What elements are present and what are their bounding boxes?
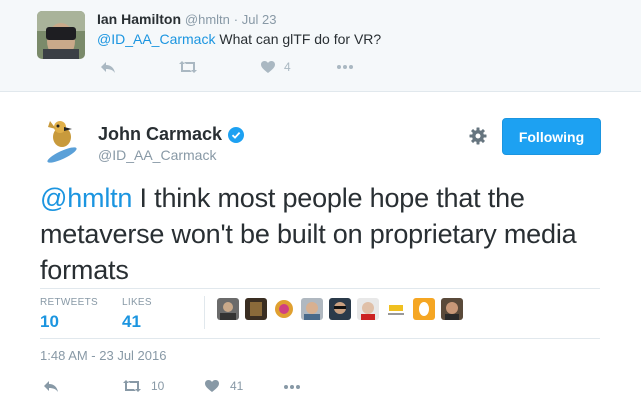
retweet-button[interactable]: 10 — [122, 379, 164, 393]
retweet-icon — [179, 61, 197, 73]
liker-avatar[interactable] — [385, 298, 407, 320]
heart-icon — [205, 380, 219, 392]
following-button[interactable]: Following — [502, 118, 601, 155]
parent-actions: 4 — [100, 60, 380, 78]
liker-avatar[interactable] — [245, 298, 267, 320]
parent-author: Ian Hamilton @hmltn · Jul 23 — [97, 11, 276, 27]
liker-avatar[interactable] — [357, 298, 379, 320]
more-icon — [337, 65, 353, 69]
retweets-count: 10 — [40, 312, 59, 331]
parent-tweet[interactable]: Ian Hamilton @hmltn · Jul 23 @ID_AA_Carm… — [0, 0, 641, 92]
author-handle[interactable]: @hmltn — [185, 12, 230, 27]
like-count: 41 — [230, 379, 244, 393]
reply-icon — [101, 62, 115, 73]
main-tweet: John Carmack @ID_AA_Carmack Following @h… — [0, 92, 641, 414]
author-name[interactable]: Ian Hamilton — [97, 11, 181, 27]
more-button[interactable] — [336, 64, 354, 70]
mention-link[interactable]: @hmltn — [40, 183, 132, 213]
author-handle[interactable]: @ID_AA_Carmack — [98, 147, 216, 163]
liker-avatar[interactable] — [273, 298, 295, 320]
tweet-text: @hmltn I think most people hope that the… — [40, 180, 600, 288]
liker-avatar[interactable] — [301, 298, 323, 320]
tweet-body: What can glTF do for VR? — [215, 31, 382, 47]
likes-stat[interactable]: LIKES 41 — [122, 297, 152, 332]
author-name-row: John Carmack — [98, 124, 245, 145]
retweets-label: RETWEETS — [40, 297, 98, 308]
liker-avatar[interactable] — [441, 298, 463, 320]
like-button[interactable]: 41 — [204, 379, 243, 393]
retweet-icon — [123, 380, 141, 392]
stats-divider — [204, 296, 205, 329]
avatar[interactable] — [37, 11, 85, 59]
retweets-stat[interactable]: RETWEETS 10 — [40, 297, 98, 332]
like-count: 4 — [284, 60, 291, 74]
likes-count: 41 — [122, 312, 141, 331]
tweet-stats: RETWEETS 10 LIKES 41 — [40, 288, 600, 339]
retweet-button[interactable] — [178, 60, 198, 74]
liker-avatar[interactable] — [217, 298, 239, 320]
gear-icon — [469, 127, 487, 145]
author-name[interactable]: John Carmack — [98, 124, 222, 145]
mention-link[interactable]: @ID_AA_Carmack — [97, 31, 215, 47]
like-button[interactable]: 4 — [260, 60, 291, 74]
more-icon — [284, 385, 300, 389]
tweet-actions: 10 41 — [43, 379, 343, 399]
reply-icon — [44, 381, 58, 392]
retweet-count: 10 — [151, 379, 165, 393]
tweet-timestamp[interactable]: 1:48 AM - 23 Jul 2016 — [40, 348, 166, 363]
parent-tweet-text: @ID_AA_Carmack What can glTF do for VR? — [97, 31, 381, 47]
tweet-date[interactable]: · Jul 23 — [234, 12, 277, 27]
liker-avatar[interactable] — [329, 298, 351, 320]
liker-avatar[interactable] — [413, 298, 435, 320]
likes-label: LIKES — [122, 297, 152, 308]
liker-avatars — [217, 298, 469, 320]
verified-badge-icon — [228, 126, 245, 143]
reply-button[interactable] — [100, 60, 116, 74]
user-actions-button[interactable] — [469, 127, 487, 150]
heart-icon — [261, 61, 275, 73]
avatar[interactable] — [40, 115, 88, 163]
reply-button[interactable] — [43, 379, 59, 393]
more-button[interactable] — [283, 384, 301, 390]
